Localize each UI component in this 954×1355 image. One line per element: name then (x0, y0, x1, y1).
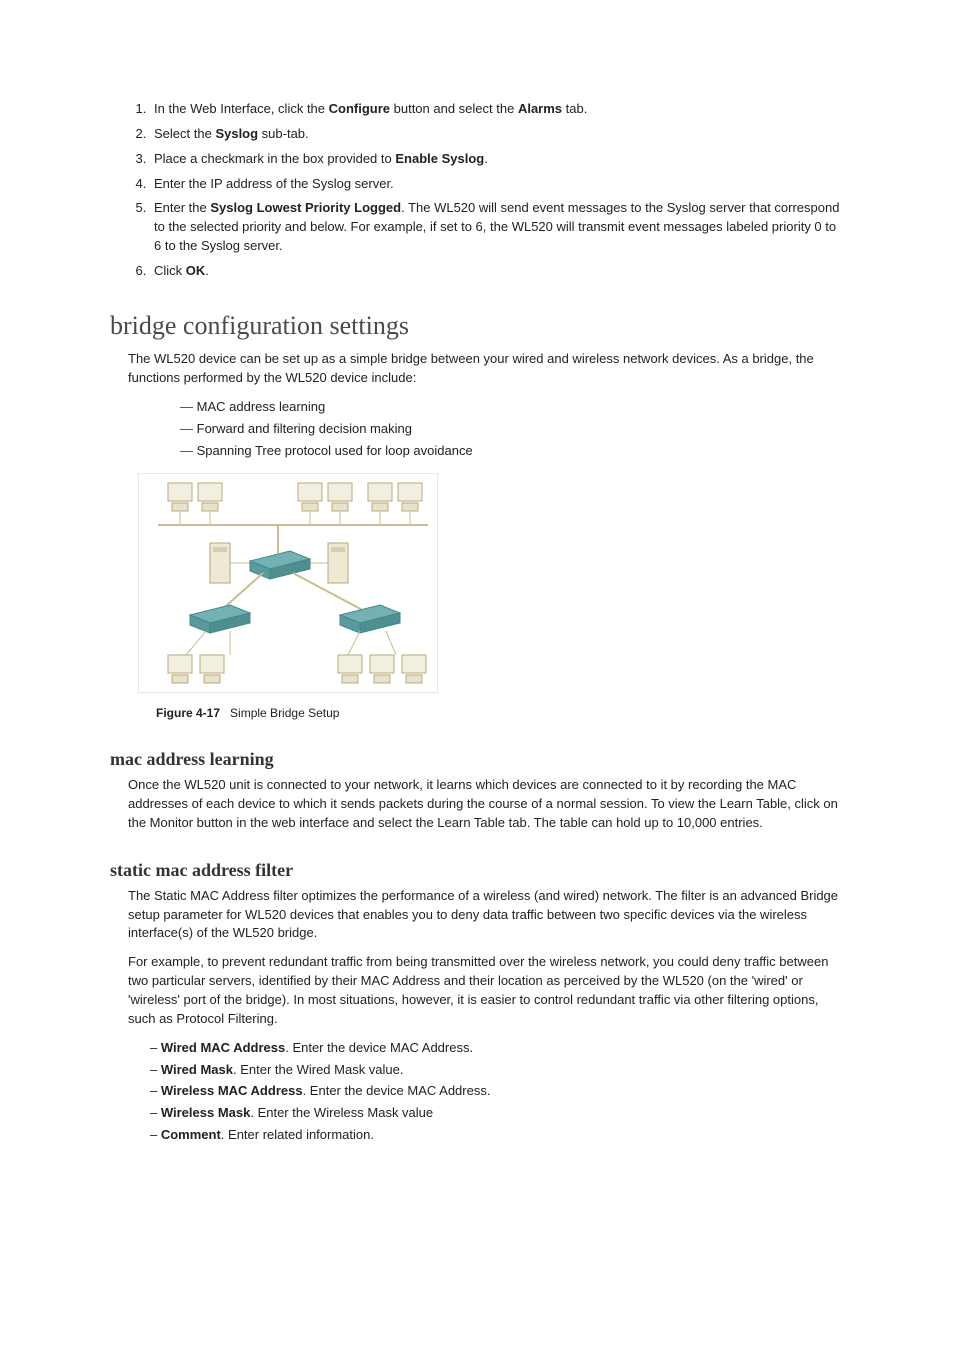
mac-learning-heading: mac address learning (110, 746, 844, 772)
list-item: Wired MAC Address. Enter the device MAC … (150, 1039, 844, 1058)
step-6: Click OK. (150, 262, 844, 281)
static-filter-p1: The Static MAC Address filter optimizes … (128, 887, 844, 944)
list-item: Wired Mask. Enter the Wired Mask value. (150, 1061, 844, 1080)
list-item: Spanning Tree protocol used for loop avo… (180, 442, 844, 461)
step-3: Place a checkmark in the box provided to… (150, 150, 844, 169)
step-2: Select the Syslog sub-tab. (150, 125, 844, 144)
figure-caption: Figure 4-17 Simple Bridge Setup (156, 705, 844, 722)
mac-learning-paragraph: Once the WL520 unit is connected to your… (128, 776, 844, 833)
bridge-config-heading: bridge configuration settings (110, 307, 844, 345)
bridge-functions-list: MAC address learning Forward and filteri… (110, 398, 844, 461)
list-item: Forward and filtering decision making (180, 420, 844, 439)
step-5: Enter the Syslog Lowest Priority Logged.… (150, 199, 844, 256)
step-1: In the Web Interface, click the Configur… (150, 100, 844, 119)
step-4: Enter the IP address of the Syslog serve… (150, 175, 844, 194)
list-item: MAC address learning (180, 398, 844, 417)
bridge-intro-paragraph: The WL520 device can be set up as a simp… (128, 350, 844, 388)
static-filter-heading: static mac address filter (110, 857, 844, 883)
static-filter-p2: For example, to prevent redundant traffi… (128, 953, 844, 1028)
list-item: Wireless Mask. Enter the Wireless Mask v… (150, 1104, 844, 1123)
list-item: Comment. Enter related information. (150, 1126, 844, 1145)
list-item: Wireless MAC Address. Enter the device M… (150, 1082, 844, 1101)
static-items-list: Wired MAC Address. Enter the device MAC … (110, 1039, 844, 1145)
bridge-diagram (138, 473, 438, 693)
setup-steps-list: In the Web Interface, click the Configur… (110, 100, 844, 281)
